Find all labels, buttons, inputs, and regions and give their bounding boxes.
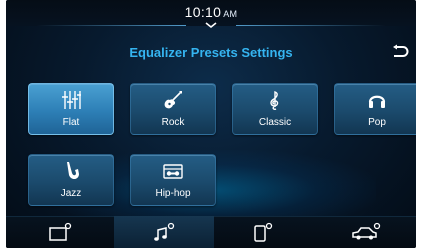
clock-time: 10:10 [184, 4, 222, 20]
clock: 10:10 AM [6, 4, 416, 20]
nav-phone-settings[interactable] [212, 216, 312, 248]
chevron-down-icon[interactable] [205, 22, 217, 28]
treble-clef-icon [270, 91, 279, 110]
preset-label: Pop [368, 117, 386, 128]
headphones-icon [368, 95, 386, 108]
music-gear-icon [154, 222, 175, 241]
preset-hiphop-button[interactable]: Hip-hop [130, 154, 216, 206]
status-bar: 10:10 AM [6, 0, 416, 28]
page-title: Equalizer Presets Settings [129, 45, 293, 60]
back-arrow-icon[interactable] [391, 44, 409, 60]
phone-gear-icon [254, 222, 273, 242]
nav-display-settings[interactable] [11, 216, 111, 248]
status-divider-right [236, 25, 386, 26]
preset-pop-button[interactable]: Pop [334, 83, 416, 135]
preset-classic-button[interactable]: Classic [232, 83, 318, 135]
nav-sound-settings[interactable] [114, 216, 214, 248]
saxophone-icon [67, 162, 79, 180]
boombox-icon [163, 164, 183, 179]
equalizer-screen: 10:10AM Equalizer Presets Settings Flat [6, 0, 416, 248]
guitar-icon [164, 91, 182, 109]
clock-ampm: AM [223, 9, 238, 19]
preset-jazz-button[interactable]: Jazz [28, 154, 114, 206]
preset-label: Jazz [60, 188, 82, 199]
car-gear-icon [352, 222, 381, 240]
sliders-icon [62, 91, 81, 109]
preset-label: Flat [62, 117, 80, 128]
status-divider-left [36, 25, 186, 26]
display-gear-icon [49, 222, 72, 241]
preset-flat-button[interactable]: Flat [28, 83, 114, 135]
preset-label: Hip-hop [155, 188, 191, 199]
nav-vehicle-settings[interactable] [316, 216, 416, 248]
preset-label: Rock [161, 117, 185, 128]
preset-rock-button[interactable]: Rock [130, 83, 216, 135]
preset-label: Classic [258, 117, 292, 128]
